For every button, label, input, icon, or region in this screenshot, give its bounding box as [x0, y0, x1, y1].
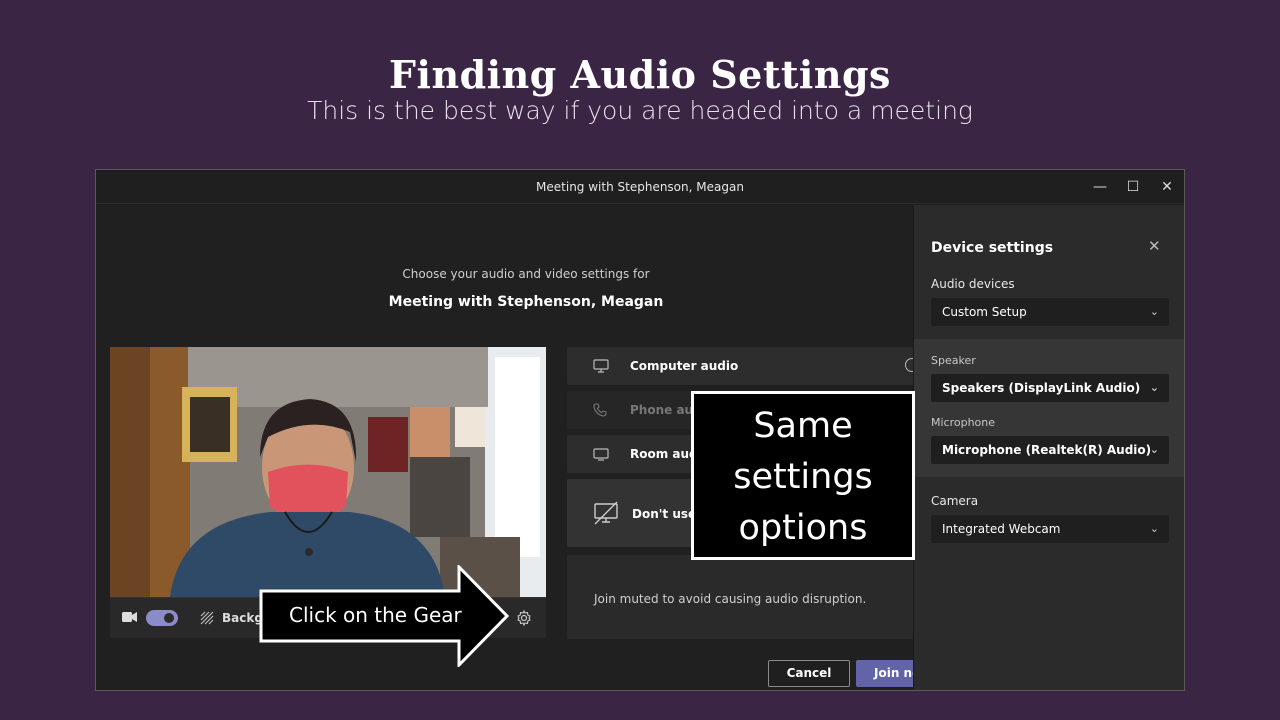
slide-subtitle: This is the best way if you are headed i… [307, 96, 973, 125]
computer-audio-icon [593, 359, 609, 373]
audio-option-label: Computer audio [630, 359, 739, 373]
window-title: Meeting with Stephenson, Meagan [536, 180, 744, 194]
maximize-button[interactable]: ☐ [1118, 176, 1148, 198]
video-preview [110, 347, 546, 597]
callout-line: settings [733, 457, 873, 497]
chevron-down-icon: ⌄ [1149, 522, 1159, 535]
audio-devices-label: Audio devices [931, 277, 1015, 291]
no-audio-icon [594, 501, 618, 525]
audio-devices-dropdown[interactable]: Custom Setup ⌄ [931, 298, 1169, 326]
room-audio-icon [593, 448, 609, 461]
chevron-down-icon: ⌄ [1149, 443, 1159, 456]
device-settings-panel: Device settings ✕ Audio devices Custom S… [913, 205, 1184, 690]
slide-title: Finding Audio Settings [389, 52, 891, 97]
choose-settings-text: Choose your audio and video settings for [402, 267, 650, 281]
speaker-dropdown[interactable]: Speakers (DisplayLink Audio) ⌄ [931, 374, 1169, 402]
speaker-value: Speakers (DisplayLink Audio) [942, 381, 1141, 395]
meeting-name: Meeting with Stephenson, Meagan [388, 294, 664, 310]
microphone-label: Microphone [931, 416, 996, 429]
microphone-dropdown[interactable]: Microphone (Realtek(R) Audio) ⌄ [931, 436, 1169, 464]
audio-option-computer[interactable]: Computer audio [567, 347, 919, 385]
webcam-image [110, 347, 546, 597]
background-effects-icon [200, 611, 214, 625]
callout-line: options [738, 508, 868, 548]
device-settings-title: Device settings [931, 240, 1054, 256]
chevron-down-icon: ⌄ [1149, 305, 1159, 318]
muted-notice-text: Join muted to avoid causing audio disrup… [594, 592, 867, 606]
camera-value: Integrated Webcam [942, 522, 1061, 536]
same-settings-callout: Same settings options [691, 391, 915, 560]
camera-icon [122, 612, 137, 622]
close-icon[interactable]: ✕ [1148, 237, 1161, 255]
minimize-button[interactable]: — [1085, 176, 1115, 198]
cancel-button[interactable]: Cancel [768, 660, 850, 687]
microphone-value: Microphone (Realtek(R) Audio) [942, 443, 1152, 457]
gear-icon[interactable] [516, 610, 532, 626]
camera-toggle[interactable] [146, 610, 178, 626]
speaker-label: Speaker [931, 354, 976, 367]
muted-notice-panel: Join muted to avoid causing audio disrup… [567, 555, 913, 639]
camera-dropdown[interactable]: Integrated Webcam ⌄ [931, 515, 1169, 543]
callout-line: Same [753, 406, 853, 446]
title-bar: Meeting with Stephenson, Meagan — ☐ ✕ [96, 170, 1184, 204]
click-gear-annotation: Click on the Gear [289, 603, 462, 627]
close-window-button[interactable]: ✕ [1152, 176, 1182, 198]
chevron-down-icon: ⌄ [1149, 381, 1159, 394]
camera-label: Camera [931, 494, 979, 508]
phone-icon [593, 403, 607, 417]
audio-devices-value: Custom Setup [942, 305, 1027, 319]
